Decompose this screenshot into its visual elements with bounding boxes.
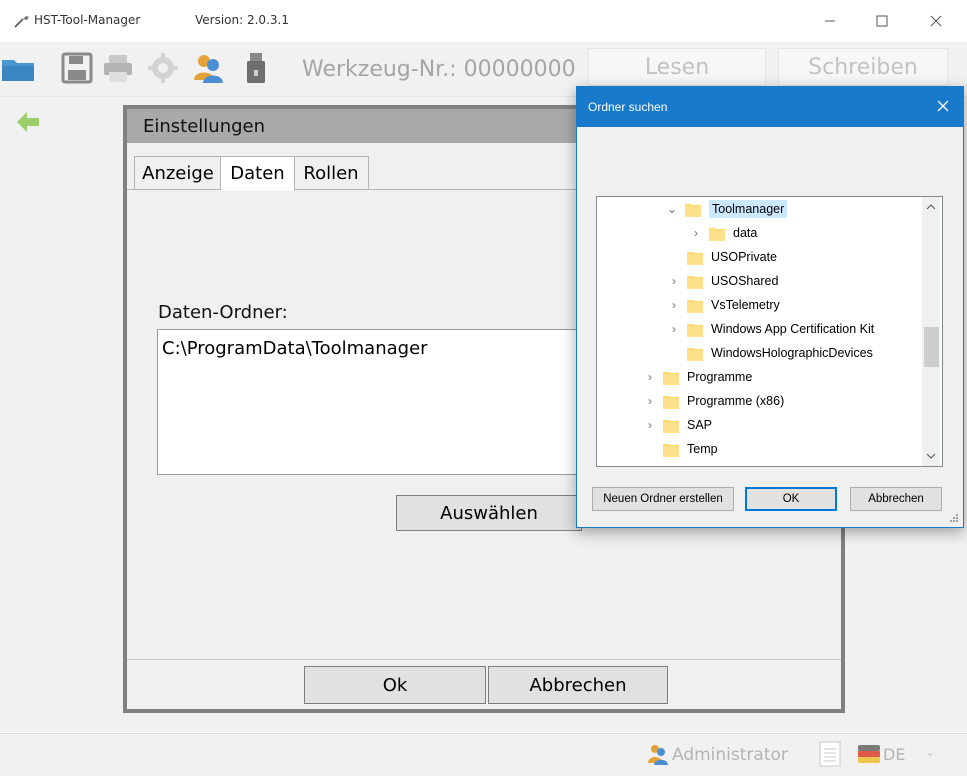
tree-item-label: Programme [687, 370, 753, 384]
folder-icon [687, 323, 703, 337]
maximize-button[interactable] [862, 8, 902, 34]
folder-tree[interactable]: ⌄ Toolmanager › data USOPrivate › USOSha… [596, 196, 943, 467]
save-icon[interactable] [59, 50, 95, 86]
tree-item-usoshared[interactable]: › USOShared [667, 269, 778, 293]
close-icon [930, 15, 942, 27]
status-bar: Administrator DE ⌄ [0, 733, 967, 776]
scroll-thumb[interactable] [924, 327, 939, 367]
app-wrench-icon [14, 16, 29, 28]
data-folder-value: C:\ProgramData\Toolmanager [162, 338, 428, 359]
tree-item-windows-app-certification-kit[interactable]: › Windows App Certification Kit [667, 317, 874, 341]
user-role-label: Administrator [672, 745, 788, 765]
scroll-up-icon[interactable] [926, 203, 936, 211]
title-bar: HST-Tool-Manager Version: 2.0.3.1 [0, 0, 967, 42]
tree-item-label: SAP [687, 418, 713, 432]
print-icon[interactable] [100, 50, 136, 86]
select-folder-button[interactable]: Auswählen [396, 495, 582, 531]
folder-browser-header: Ordner suchen [577, 87, 963, 127]
chevron-down-icon[interactable]: ⌄ [925, 745, 935, 759]
chevron-right-icon[interactable]: › [643, 394, 657, 408]
tree-item-windowsholographicdevices[interactable]: WindowsHolographicDevices [667, 341, 873, 365]
document-icon[interactable] [817, 740, 843, 768]
tree-item-label: Toolmanager [709, 200, 788, 218]
folder-icon [687, 251, 703, 265]
folder-icon [687, 275, 703, 289]
chevron-right-icon[interactable]: › [643, 370, 657, 384]
tree-item-label: Windows App Certification Kit [711, 322, 875, 336]
folder-icon [663, 443, 679, 457]
folder-browser-dialog: Ordner suchen ⌄ Toolmanager › data USOPr… [576, 86, 964, 528]
chevron-down-icon[interactable]: ⌄ [665, 202, 679, 216]
tab-daten[interactable]: Daten [220, 156, 295, 191]
maximize-icon [876, 15, 888, 27]
chevron-right-icon[interactable]: › [689, 226, 703, 240]
chevron-right-icon[interactable]: › [643, 418, 657, 432]
back-arrow-icon[interactable] [15, 110, 41, 134]
folder-cancel-button[interactable]: Abbrechen [850, 487, 942, 511]
folder-ok-button[interactable]: OK [745, 487, 837, 511]
user-icon [648, 745, 668, 765]
minimize-icon [825, 20, 835, 22]
chevron-right-icon[interactable]: › [667, 322, 681, 336]
minimize-button[interactable] [810, 8, 850, 34]
tab-rollen[interactable]: Rollen [293, 156, 369, 190]
user-icon[interactable] [190, 50, 226, 86]
folder-icon[interactable] [0, 50, 36, 86]
folder-icon [687, 347, 703, 361]
tree-item-label: USOPrivate [711, 250, 777, 264]
tree-item-label: Temp [687, 442, 718, 456]
tree-item-usoprivate[interactable]: USOPrivate [667, 245, 777, 269]
tree-item-programme-x86[interactable]: › Programme (x86) [643, 389, 784, 413]
read-button[interactable]: Lesen [588, 48, 766, 86]
version-label: Version: 2.0.3.1 [195, 13, 289, 27]
tree-item-label: VsTelemetry [711, 298, 780, 312]
tree-item-vstelemetry[interactable]: › VsTelemetry [667, 293, 780, 317]
close-button[interactable] [916, 8, 956, 34]
data-folder-label: Daten-Ordner: [158, 302, 288, 323]
dialog-separator [127, 659, 841, 660]
tree-item-label: Programme (x86) [687, 394, 785, 408]
tree-item-label: WindowsHolographicDevices [711, 346, 873, 360]
chevron-right-icon[interactable]: › [667, 274, 681, 288]
cancel-button[interactable]: Abbrechen [488, 666, 668, 704]
tree-item-temp[interactable]: Temp [643, 437, 718, 461]
new-folder-button[interactable]: Neuen Ordner erstellen [592, 487, 734, 511]
tree-item-toolmanager[interactable]: ⌄ Toolmanager [665, 197, 788, 221]
chevron-right-icon[interactable]: › [667, 298, 681, 312]
tree-item-data[interactable]: › data [689, 221, 757, 245]
folder-icon [663, 371, 679, 385]
tree-item-label: USOShared [711, 274, 779, 288]
folder-icon [709, 227, 725, 241]
tool-number-label: Werkzeug-Nr.: 00000000 [302, 57, 576, 82]
settings-title: Einstellungen [143, 116, 266, 137]
folder-browser-title: Ordner suchen [588, 100, 668, 114]
app-title: HST-Tool-Manager [34, 13, 141, 27]
resize-grip-icon[interactable] [947, 511, 959, 523]
german-flag-icon[interactable] [857, 744, 881, 764]
data-folder-field[interactable]: C:\ProgramData\Toolmanager [157, 329, 619, 475]
gear-icon[interactable] [145, 50, 181, 86]
ok-button[interactable]: Ok [304, 666, 486, 704]
usb-stick-icon[interactable] [238, 50, 274, 86]
tree-item-sap[interactable]: › SAP [643, 413, 712, 437]
scroll-down-icon[interactable] [926, 452, 936, 460]
tab-anzeige[interactable]: Anzeige [134, 156, 222, 190]
folder-icon [663, 419, 679, 433]
folder-icon [687, 299, 703, 313]
folder-icon [685, 203, 701, 217]
folder-icon [663, 395, 679, 409]
tree-item-programme[interactable]: › Programme [643, 365, 752, 389]
tree-item-label: data [733, 226, 758, 240]
language-select[interactable]: DE [883, 745, 905, 764]
close-icon[interactable] [933, 96, 953, 116]
write-button[interactable]: Schreiben [778, 48, 948, 86]
